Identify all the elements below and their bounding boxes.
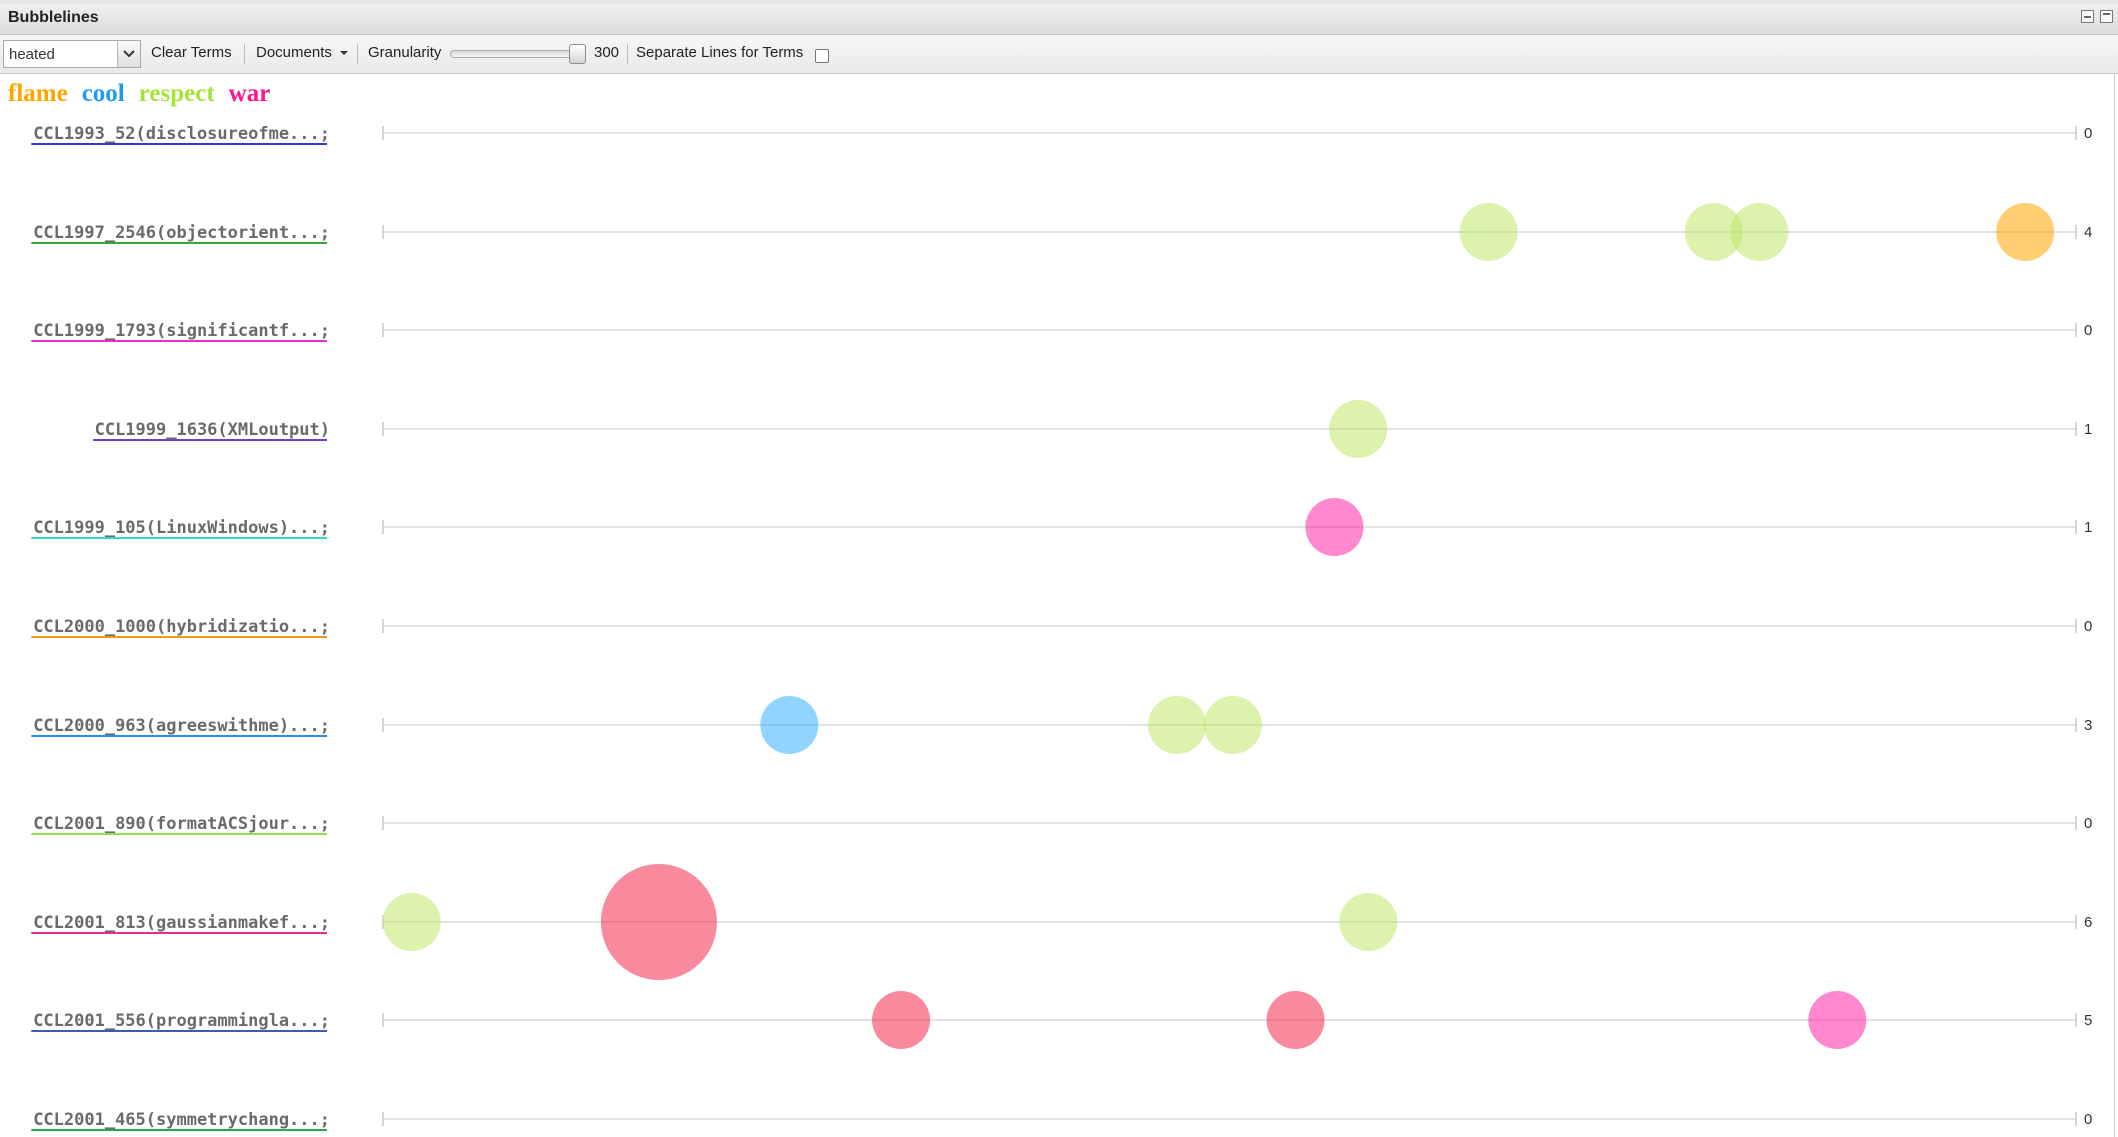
term-bubble-respect [1339, 893, 1398, 951]
document-count: 1 [2084, 519, 2092, 536]
restore-icon[interactable] [2081, 10, 2094, 23]
legend-term-cool[interactable]: cool [82, 80, 125, 107]
granularity-slider-track[interactable] [450, 50, 586, 58]
legend-term-war[interactable]: war [229, 80, 271, 107]
document-label[interactable]: CCL1999_1793(significantf...; [33, 321, 330, 341]
term-bubble-heated [1266, 991, 1325, 1049]
document-label[interactable]: CCL1997_2546(objectorient...; [33, 223, 330, 243]
document-label[interactable]: CCL1999_105(LinuxWindows)...; [33, 518, 330, 538]
toolbar-separator [627, 44, 628, 64]
document-row: CCL1999_1793(significantf...; 0 [31, 321, 2092, 342]
term-bubble-respect [1329, 400, 1388, 458]
document-count: 0 [2084, 1111, 2092, 1128]
document-count: 0 [2084, 125, 2092, 142]
document-count: 0 [2084, 322, 2092, 339]
document-label[interactable]: CCL2001_465(symmetrychang...; [33, 1110, 330, 1130]
chevron-down-icon [123, 50, 135, 58]
document-count: 4 [2084, 224, 2092, 241]
granularity-slider-thumb[interactable] [569, 44, 586, 64]
term-bubble-war [1808, 991, 1867, 1049]
document-row: CCL2001_813(gaussianmakef...; 6 [31, 864, 2092, 980]
toolbar-separator [357, 44, 358, 64]
document-label[interactable]: CCL2001_556(programmingla...; [33, 1011, 330, 1031]
bubblelines-plot: CCL1993_52(disclosureofme...; 0 CCL1997_25… [31, 124, 2092, 1131]
document-row: CCL2000_963(agreeswithme)...; 3 [31, 696, 2092, 754]
document-label[interactable]: CCL2000_1000(hybridizatio...; [33, 617, 330, 637]
documents-menu-label: Documents [256, 44, 332, 61]
window-title: Bubblelines [8, 9, 99, 26]
separate-lines-checkbox[interactable] [815, 49, 829, 63]
term-bubble-respect [1730, 203, 1789, 261]
toolbar: heated Clear Terms Documents Granularity… [0, 35, 2118, 74]
document-label[interactable]: CCL1993_52(disclosureofme...; [33, 124, 330, 144]
legend-term-flame[interactable]: flame [8, 80, 68, 107]
document-count: 5 [2084, 1012, 2092, 1029]
document-label[interactable]: CCL2001_890(formatACSjour...; [33, 814, 330, 834]
term-bubble-respect [1684, 203, 1743, 261]
document-row: CCL2001_556(programmingla...; 5 [31, 991, 2092, 1049]
granularity-value: 300 [594, 44, 620, 61]
title-bar: Bubblelines [0, 0, 2118, 35]
documents-menu-button[interactable]: Documents [256, 44, 349, 61]
clear-terms-button[interactable]: Clear Terms [151, 44, 232, 61]
term-bubble-respect [1203, 696, 1262, 754]
document-label[interactable]: CCL2001_813(gaussianmakef...; [33, 913, 330, 933]
document-row: CCL2001_465(symmetrychang...; 0 [31, 1110, 2092, 1131]
document-count: 1 [2084, 421, 2092, 438]
maximize-icon[interactable] [2100, 10, 2113, 23]
term-bubble-respect [1148, 696, 1207, 754]
document-row: CCL2001_890(formatACSjour...; 0 [31, 814, 2092, 835]
document-count: 0 [2084, 815, 2092, 832]
toolbar-separator [244, 44, 245, 64]
document-row: CCL2000_1000(hybridizatio...; 0 [31, 617, 2092, 638]
bubblelines-window: Bubblelines heated Clear Terms Documents… [0, 0, 2118, 1137]
document-count: 0 [2084, 618, 2092, 635]
term-bubble-cool [760, 696, 819, 754]
term-search-input[interactable]: heated [9, 46, 55, 63]
document-row: CCL1999_105(LinuxWindows)...; 1 [31, 498, 2092, 556]
term-bubble-heated [872, 991, 931, 1049]
caret-down-icon [340, 51, 349, 56]
legend-term-respect[interactable]: respect [139, 80, 215, 107]
term-bubble-respect [1459, 203, 1518, 261]
document-row: CCL1997_2546(objectorient...; 4 [31, 203, 2092, 261]
term-bubble-war [1305, 498, 1364, 556]
combo-dropdown-button[interactable] [117, 41, 140, 67]
granularity-label: Granularity [368, 44, 442, 61]
term-bubble-respect [382, 893, 441, 951]
term-bubble-heated [600, 864, 717, 980]
document-label[interactable]: CCL2000_963(agreeswithme)...; [33, 716, 330, 736]
document-row: CCL1999_1636(XMLoutput) 1 [93, 400, 2092, 458]
term-bubble-flame [1996, 203, 2055, 261]
document-row: CCL1993_52(disclosureofme...; 0 [31, 124, 2092, 145]
document-count: 6 [2084, 914, 2092, 931]
document-label[interactable]: CCL1999_1636(XMLoutput) [95, 420, 330, 440]
title-bar-top-strip [0, 0, 2118, 4]
term-search-combo[interactable]: heated [3, 40, 141, 68]
separate-lines-label: Separate Lines for Terms [636, 44, 804, 61]
document-count: 3 [2084, 717, 2092, 734]
panel-border [2114, 74, 2115, 1137]
term-legend: flame cool respect war [8, 80, 284, 108]
